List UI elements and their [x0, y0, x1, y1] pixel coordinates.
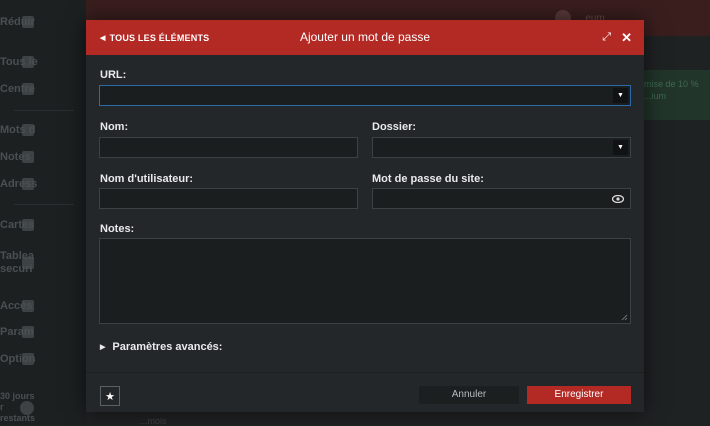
folder-input[interactable]	[373, 138, 630, 158]
favorite-button[interactable]: ★	[100, 386, 120, 406]
sidebar-item-addresses: Adress	[0, 178, 38, 190]
username-field-wrapper	[99, 188, 358, 209]
folder-select[interactable]: ▼	[372, 137, 631, 158]
url-input[interactable]	[100, 86, 630, 106]
chevron-down-icon[interactable]: ▼	[613, 88, 628, 103]
back-to-all-items-link[interactable]: ◀ TOUS LES ÉLÉMENTS	[100, 20, 209, 55]
url-label: URL:	[100, 69, 127, 81]
chevron-down-icon[interactable]: ▼	[613, 140, 628, 155]
folder-label: Dossier:	[372, 121, 417, 133]
site-password-field-wrapper	[372, 188, 631, 209]
username-input[interactable]	[100, 189, 357, 209]
notes-textarea[interactable]	[99, 238, 631, 324]
sidebar-item-center: Centre	[0, 83, 35, 95]
trial-notice: 30 jours r restants	[0, 391, 36, 423]
caret-right-icon: ▶	[100, 344, 106, 351]
resize-grip-icon[interactable]	[621, 314, 628, 321]
url-field-wrapper: ▼	[99, 85, 631, 106]
add-password-dialog: ◀ TOUS LES ÉLÉMENTS Ajouter un mot de pa…	[86, 20, 644, 412]
expand-icon[interactable]: ⤢	[602, 31, 611, 44]
username-label: Nom d'utilisateur:	[100, 173, 194, 185]
name-input[interactable]	[100, 138, 357, 158]
name-field-wrapper	[99, 137, 358, 158]
footer-divider	[86, 372, 644, 373]
sidebar-item-notes: Notes	[0, 146, 86, 168]
site-password-label: Mot de passe du site:	[372, 173, 484, 185]
sidebar-item-all: Tous le	[0, 56, 38, 68]
sidebar-divider	[14, 110, 74, 111]
name-label: Nom:	[100, 121, 129, 133]
sidebar-item-dashboard: Tablea securi	[0, 250, 35, 275]
close-icon[interactable]: ✕	[621, 30, 632, 46]
save-button[interactable]: Enregistrer	[527, 386, 631, 404]
sidebar-item-cards: Cartes	[0, 219, 35, 231]
sidebar-item-access: Accès	[0, 300, 34, 312]
sidebar-divider	[14, 204, 74, 205]
eye-icon[interactable]	[611, 192, 625, 206]
sidebar-item-passwords: Mots d	[0, 124, 36, 136]
sidebar-item-options: Option	[0, 353, 36, 365]
advanced-settings-toggle[interactable]: ▶ Paramètres avancés:	[100, 341, 222, 353]
star-icon: ★	[105, 390, 115, 403]
notes-label: Notes:	[100, 223, 135, 235]
sidebar-item-settings: Param	[0, 326, 34, 338]
cancel-button[interactable]: Annuler	[419, 386, 519, 404]
caret-left-icon: ◀	[100, 34, 106, 42]
site-password-input[interactable]	[373, 189, 630, 209]
background-sidebar: Réduir Tous le Centre Mots d Notes Adres…	[0, 0, 86, 425]
dialog-header: ◀ TOUS LES ÉLÉMENTS Ajouter un mot de pa…	[86, 20, 644, 55]
sidebar-item-collapse: Réduir	[0, 16, 35, 28]
